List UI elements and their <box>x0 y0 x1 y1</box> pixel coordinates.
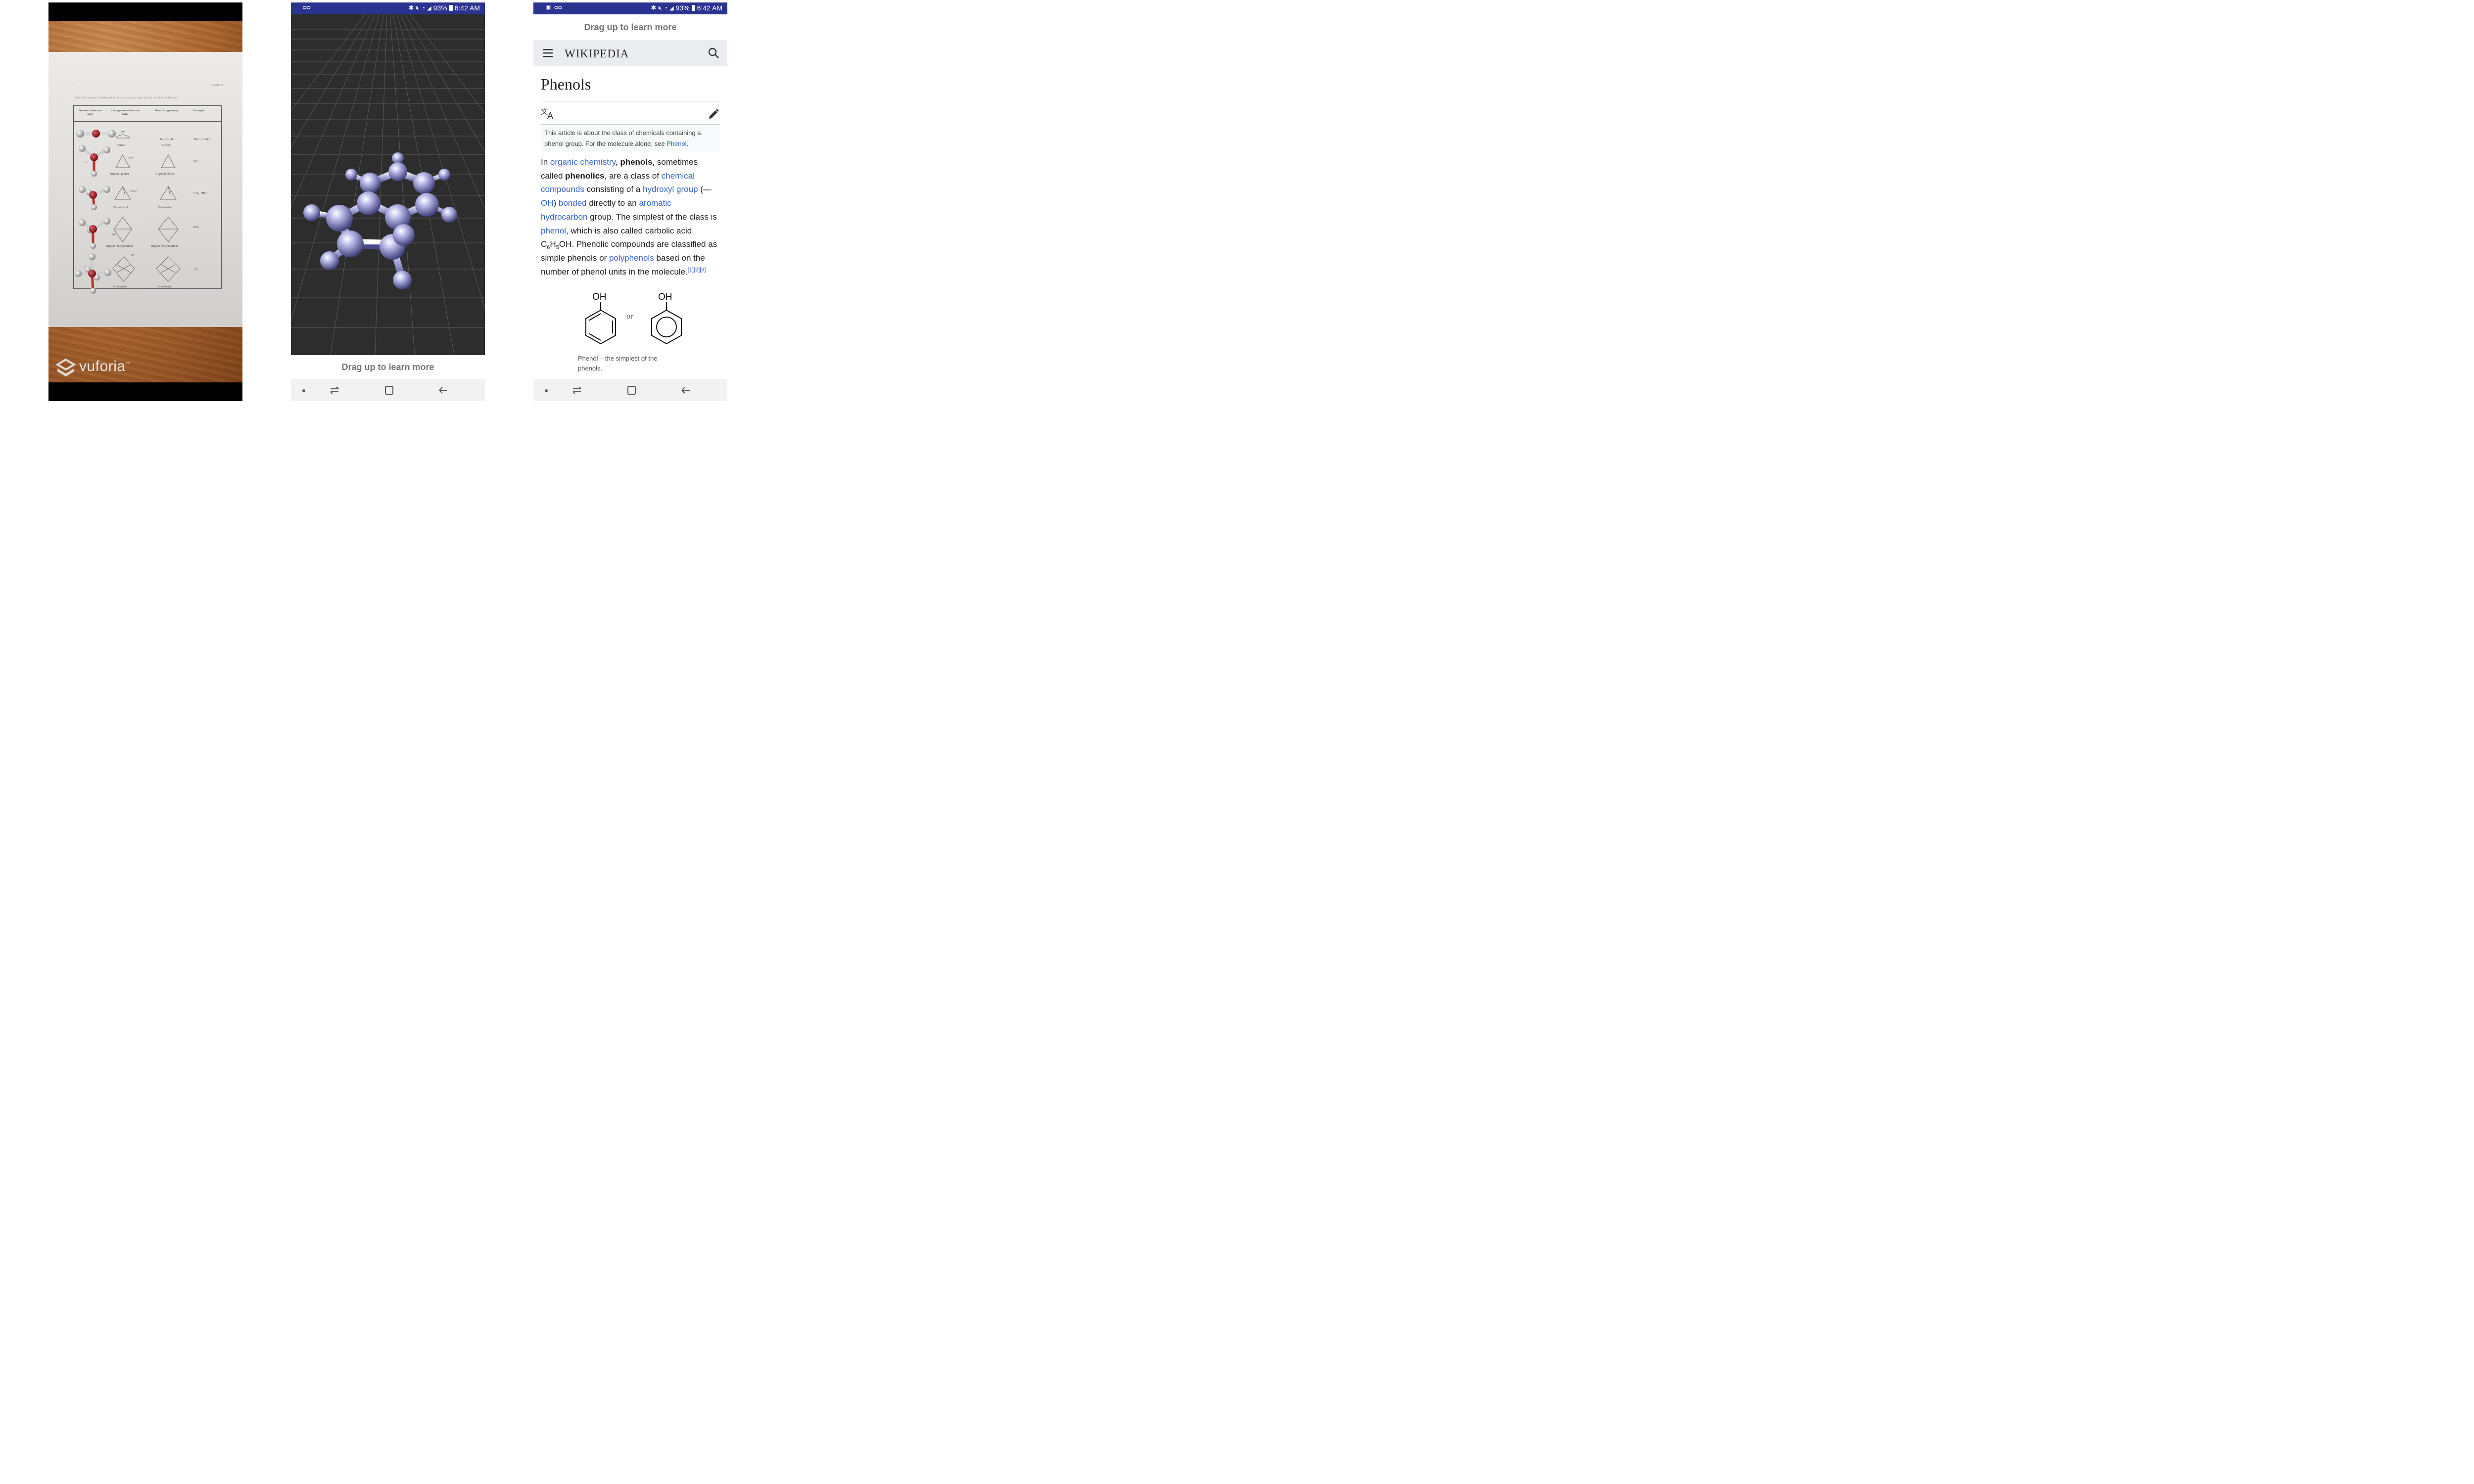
phenol-structure-diagram: OH or OH <box>585 292 682 345</box>
navigation-bar <box>291 379 485 401</box>
wifi-icon: ◔ <box>421 4 426 11</box>
oh-label-right: OH <box>658 292 672 302</box>
status-bar: ᴑᴑ ✱ 🔇︎ ◔ ◢ 93% 6:42 AM <box>291 2 485 14</box>
vuforia-wordmark: vuforia™ <box>79 358 131 374</box>
svg-text:文: 文 <box>541 108 548 116</box>
or-label: or <box>626 312 633 321</box>
tetrahedral-molecule-model <box>79 186 110 210</box>
drag-up-hint[interactable]: Drag up to learn more <box>533 14 727 40</box>
drag-up-hint[interactable]: Drag up to learn more <box>291 355 485 379</box>
phenol-body-link[interactable]: phenol <box>541 226 566 235</box>
battery-icon <box>449 5 453 11</box>
svg-text:A: A <box>547 111 553 119</box>
battery-percent: 93% <box>675 4 690 12</box>
battery-icon <box>691 5 695 11</box>
hatnote-end: . <box>686 140 689 147</box>
trigonal-bipyramidal-molecule-model <box>79 218 110 249</box>
search-icon[interactable] <box>708 47 719 59</box>
trigonal-molecule-model <box>79 145 110 177</box>
octahedral-molecule-model <box>75 253 111 294</box>
wikipedia-header: WIKIPEDIA <box>533 40 727 66</box>
phenol-link[interactable]: Phenol <box>666 140 686 147</box>
home-icon[interactable] <box>625 385 637 396</box>
page-title: Phenols <box>541 75 591 93</box>
wikipedia-wordmark[interactable]: WIKIPEDIA <box>565 47 629 60</box>
voicemail-icon: ᴑᴑ <box>303 3 311 11</box>
back-icon[interactable] <box>437 385 449 396</box>
mute-icon: 🔇︎ <box>416 4 420 11</box>
back-icon[interactable] <box>680 385 692 396</box>
figure-caption: Phenol – the simplest of the phenols. <box>578 355 658 372</box>
edit-pencil-icon[interactable] <box>708 108 719 120</box>
perspective-grid <box>291 14 485 355</box>
vuforia-logo-icon <box>55 358 76 376</box>
wikipedia-screen: ▣ ᴑᴑ ✱ 🔇︎ ◔ ◢ 93% 6:42 AM Drag up to lea… <box>533 2 727 401</box>
wifi-icon: ◔ <box>664 4 668 11</box>
image-notification-icon: ▣ <box>545 3 551 10</box>
hydroxyl-group-link[interactable]: hydroxyl group <box>643 185 698 194</box>
oh-link[interactable]: OH <box>541 198 554 208</box>
recent-apps-icon[interactable] <box>329 385 340 396</box>
recent-apps-icon[interactable] <box>571 385 583 396</box>
ar-molecule-models <box>75 130 116 294</box>
bonded-link[interactable]: bonded <box>559 198 587 208</box>
polyphenols-link[interactable]: polyphenols <box>609 253 654 263</box>
bluetooth-icon: ✱ <box>651 4 657 11</box>
organic-chemistry-link[interactable]: organic chemistry <box>550 157 616 167</box>
ar-camera-view: 116 CHEMISTRY Table 4.6 Geometry of Mole… <box>48 2 242 401</box>
language-icon[interactable]: 文 A <box>541 107 555 119</box>
title-divider <box>541 101 720 102</box>
nav-dot-button[interactable] <box>298 385 310 396</box>
home-icon[interactable] <box>383 385 395 396</box>
status-bar: ▣ ᴑᴑ ✱ 🔇︎ ◔ ◢ 93% 6:42 AM <box>533 2 727 14</box>
oh-label-left: OH <box>592 292 607 302</box>
benzene-molecule-model <box>303 152 457 289</box>
3d-molecule-canvas[interactable] <box>291 14 485 355</box>
voicemail-icon: ᴑᴑ <box>554 3 562 11</box>
mute-icon: 🔇︎ <box>658 4 662 11</box>
signal-icon: ◢ <box>427 5 431 11</box>
toolbar-divider <box>541 124 720 125</box>
battery-percent: 93% <box>433 4 447 12</box>
nav-dot-button[interactable] <box>540 385 552 396</box>
linear-molecule-model <box>76 130 116 138</box>
article-intro-paragraph: In organic chemistry, phenols, sometimes… <box>541 157 717 277</box>
hatnote: This article is about the class of chemi… <box>541 126 720 151</box>
navigation-bar <box>533 379 727 401</box>
clock: 6:42 AM <box>454 4 480 12</box>
bluetooth-icon: ✱ <box>408 4 414 11</box>
signal-icon: ◢ <box>669 5 674 11</box>
molecule-viewer-screen: ᴑᴑ ✱ 🔇︎ ◔ ◢ 93% 6:42 AM Drag up to learn… <box>291 2 485 401</box>
citation-links[interactable]: [1][2][3] <box>688 267 706 273</box>
menu-icon[interactable] <box>542 48 553 58</box>
clock: 6:42 AM <box>697 4 722 12</box>
